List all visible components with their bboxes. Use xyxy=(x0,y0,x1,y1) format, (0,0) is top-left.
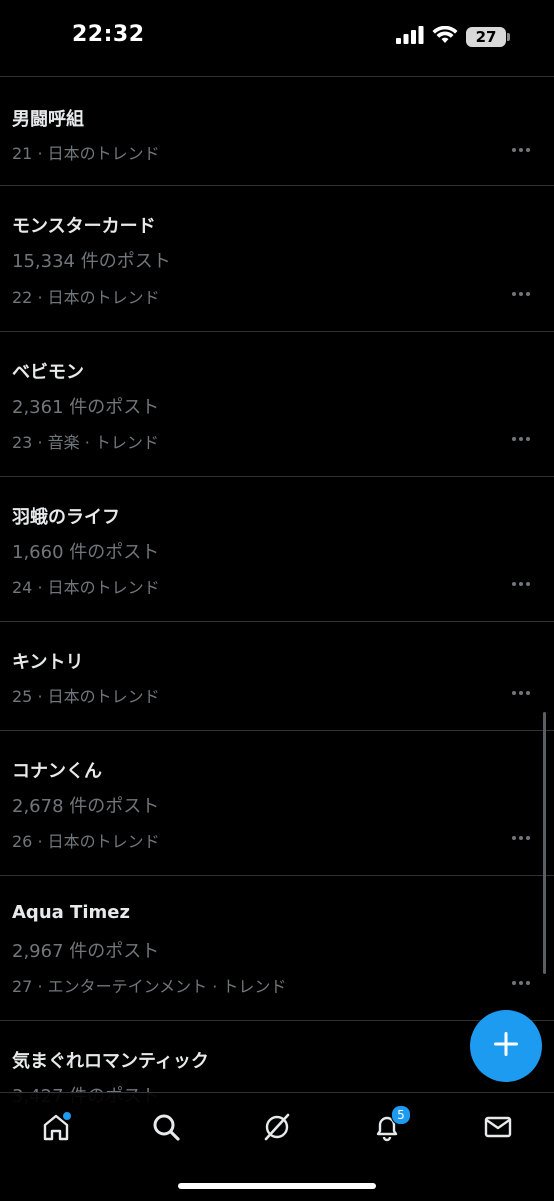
mail-icon xyxy=(483,1112,513,1146)
battery-icon: 27 xyxy=(466,27,510,47)
home-unread-dot xyxy=(62,1111,72,1121)
more-icon[interactable] xyxy=(512,835,530,841)
trend-meta: 21 · 日本のトレンド xyxy=(12,144,160,163)
grok-icon xyxy=(262,1112,292,1146)
nav-search[interactable] xyxy=(148,1111,184,1147)
status-time: 22:32 xyxy=(72,22,145,47)
trend-item[interactable]: Aqua Timez 2,967 件のポスト 27 · エンターテインメント ·… xyxy=(0,876,554,1021)
trend-posts: 1,660 件のポスト xyxy=(12,542,160,563)
trend-meta: 23 · 音楽 · トレンド xyxy=(12,433,159,452)
trend-title: コナンくん xyxy=(12,761,102,782)
trend-meta: 24 · 日本のトレンド xyxy=(12,578,160,597)
trend-title: キントリ xyxy=(12,652,84,673)
plus-icon xyxy=(493,1031,519,1061)
trend-posts: 2,967 件のポスト xyxy=(12,941,160,962)
search-icon xyxy=(151,1112,181,1146)
nav-grok[interactable] xyxy=(259,1111,295,1147)
more-icon[interactable] xyxy=(512,147,530,153)
home-indicator[interactable] xyxy=(178,1183,376,1189)
trend-posts: 2,361 件のポスト xyxy=(12,397,160,418)
notifications-badge: 5 xyxy=(391,1105,411,1125)
status-bar: 22:32 27 xyxy=(0,0,554,76)
cellular-signal-icon xyxy=(396,26,424,48)
more-icon[interactable] xyxy=(512,980,530,986)
scrollbar[interactable] xyxy=(543,712,546,974)
trend-meta: 27 · エンターテインメント · トレンド xyxy=(12,977,287,996)
trend-item[interactable]: ベビモン 2,361 件のポスト 23 · 音楽 · トレンド xyxy=(0,332,554,477)
wifi-icon xyxy=(432,25,458,49)
trend-title: ベビモン xyxy=(12,362,84,383)
nav-messages[interactable] xyxy=(480,1111,516,1147)
trend-item[interactable]: モンスターカード 15,334 件のポスト 22 · 日本のトレンド xyxy=(0,186,554,332)
trend-meta: 22 · 日本のトレンド xyxy=(12,288,160,307)
trend-item[interactable]: 羽蛾のライフ 1,660 件のポスト 24 · 日本のトレンド xyxy=(0,477,554,622)
nav-home[interactable] xyxy=(38,1111,74,1147)
trend-list: 男闘呼組 21 · 日本のトレンド モンスターカード 15,334 件のポスト … xyxy=(0,77,554,1131)
battery-level: 27 xyxy=(475,28,497,46)
trend-posts: 2,678 件のポスト xyxy=(12,796,160,817)
status-icons: 27 xyxy=(396,25,510,49)
trend-title: モンスターカード xyxy=(12,216,156,237)
more-icon[interactable] xyxy=(512,291,530,297)
trend-title: 男闘呼組 xyxy=(12,109,84,130)
more-icon[interactable] xyxy=(512,436,530,442)
trend-item[interactable]: キントリ 25 · 日本のトレンド xyxy=(0,622,554,731)
trend-title: 気まぐれロマンティック xyxy=(12,1051,209,1072)
trend-title: Aqua Timez xyxy=(12,902,130,923)
more-icon[interactable] xyxy=(512,581,530,587)
trend-title: 羽蛾のライフ xyxy=(12,507,120,528)
trend-item[interactable]: 男闘呼組 21 · 日本のトレンド xyxy=(0,77,554,186)
trend-meta: 26 · 日本のトレンド xyxy=(12,832,160,851)
trend-meta: 25 · 日本のトレンド xyxy=(12,687,160,706)
trend-item[interactable]: コナンくん 2,678 件のポスト 26 · 日本のトレンド xyxy=(0,731,554,876)
compose-post-button[interactable] xyxy=(470,1010,542,1082)
trend-posts: 15,334 件のポスト xyxy=(12,251,171,272)
more-icon[interactable] xyxy=(512,690,530,696)
nav-notifications[interactable]: 5 xyxy=(369,1105,411,1147)
